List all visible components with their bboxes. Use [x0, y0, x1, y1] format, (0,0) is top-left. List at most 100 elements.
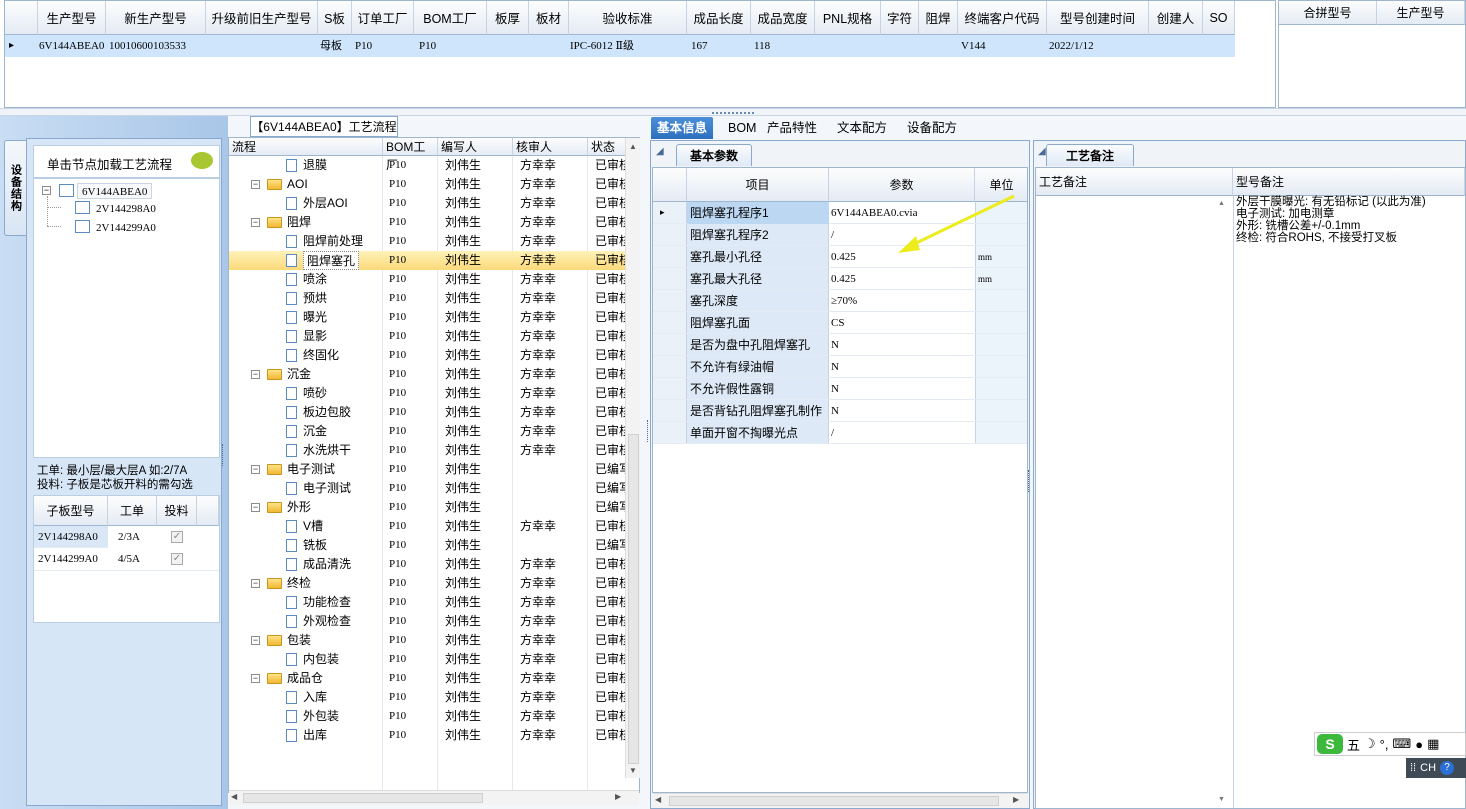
cell-flow[interactable]: 外包装 [303, 707, 339, 726]
collapse-icon[interactable]: − [251, 503, 260, 512]
cell-reviewer[interactable]: 方幸幸 [520, 213, 556, 232]
cell-flow[interactable]: 退膜 [303, 156, 327, 175]
feed-checkbox[interactable]: ✓ [171, 553, 183, 565]
cell-bom-factory[interactable]: P10 [389, 650, 406, 669]
cell-bom-factory[interactable]: P10 [389, 574, 406, 593]
tab-device-structure[interactable]: 设备结构 [4, 140, 26, 236]
col-header-feed[interactable]: 投料 [157, 496, 197, 526]
table-row[interactable]: − 包装 P10 刘伟生 方幸幸 已审核 [229, 631, 625, 650]
cell-writer[interactable]: 刘伟生 [445, 612, 481, 631]
cell-status[interactable]: 已审核 [595, 289, 625, 308]
cell-param[interactable]: N [829, 356, 839, 378]
cell-bom-factory[interactable]: P10 [389, 631, 406, 650]
table-row[interactable]: 功能检查 P10 刘伟生 方幸幸 已审核 [229, 593, 625, 612]
cell-bom-factory[interactable]: P10 [389, 726, 406, 745]
col-header-work-order[interactable]: 工单 [108, 496, 157, 526]
table-row[interactable]: 是否背钻孔阻焊塞孔制作 N [653, 400, 1027, 422]
cell-writer[interactable]: 刘伟生 [445, 498, 481, 517]
horizontal-splitter[interactable] [0, 108, 1466, 116]
cell-status[interactable]: 已审核 [595, 156, 625, 175]
col-header-material[interactable]: 板材 [529, 1, 569, 35]
cell-unit[interactable] [976, 400, 978, 422]
cell-reviewer[interactable]: 方幸幸 [520, 365, 556, 384]
ime-mode[interactable]: 五 [1347, 735, 1360, 754]
cell-writer[interactable]: 刘伟生 [445, 517, 481, 536]
cell-item[interactable]: 阻焊塞孔程序1 [688, 202, 769, 224]
table-row[interactable]: 单面开窗不掏曝光点 / [653, 422, 1027, 444]
table-row[interactable]: 阻焊塞孔面 CS [653, 312, 1027, 334]
cell-reviewer[interactable]: 方幸幸 [520, 593, 556, 612]
cell-bom-factory[interactable]: P10 [389, 517, 406, 536]
table-row[interactable]: 外包装 P10 刘伟生 方幸幸 已审核 [229, 707, 625, 726]
cell-item[interactable]: 阻焊塞孔程序2 [688, 224, 769, 246]
cell-unit[interactable] [976, 356, 978, 378]
cell-status[interactable]: 已编写 [595, 460, 625, 479]
cell-flow[interactable]: 电子测试 [287, 460, 335, 479]
table-row[interactable]: 不允许有绿油帽 N [653, 356, 1027, 378]
cell-bom-factory[interactable]: P10 [389, 688, 406, 707]
cell-bom-factory[interactable]: P10 [389, 232, 406, 251]
cell-bom-factory[interactable]: P10 [389, 327, 406, 346]
cell-bom-factory[interactable]: P10 [389, 441, 406, 460]
collapse-icon[interactable]: − [251, 674, 260, 683]
cell-item[interactable]: 单面开窗不掏曝光点 [688, 422, 798, 444]
col-header-thickness[interactable]: 板厚 [487, 1, 529, 35]
model-note-text[interactable]: 外层干膜曝光: 有无铅标记 (以此为准) 电子测试: 加电测章 外形: 铣槽公差… [1236, 196, 1464, 244]
cell-flow[interactable]: AOI [287, 175, 308, 194]
cell-writer[interactable]: 刘伟生 [445, 365, 481, 384]
cell-writer[interactable]: 刘伟生 [445, 194, 481, 213]
cell-writer[interactable]: 刘伟生 [445, 403, 481, 422]
col-header-model-note[interactable]: 型号备注 [1233, 168, 1465, 196]
cell-writer[interactable]: 刘伟生 [445, 175, 481, 194]
col-header-sub-model[interactable]: 子板型号 [34, 496, 108, 526]
cell-width[interactable]: 118 [754, 35, 770, 57]
cell-reviewer[interactable]: 方幸幸 [520, 574, 556, 593]
col-header-customer[interactable]: 终端客户代码 [958, 1, 1047, 35]
cell-bom-factory[interactable]: P10 [389, 289, 406, 308]
sub-board-grid[interactable]: 子板型号 工单 投料 2V144298A0 2/3A ✓ 2V144299A0 … [33, 495, 220, 623]
side-grip-icon[interactable] [1028, 470, 1032, 492]
cell-bom-factory[interactable]: P10 [389, 612, 406, 631]
cell-flow[interactable]: 曝光 [303, 308, 327, 327]
cell-writer[interactable]: 刘伟生 [445, 441, 481, 460]
cell-status[interactable]: 已审核 [595, 251, 625, 270]
process-vertical-scrollbar[interactable]: ▲ ▼ [625, 138, 640, 778]
cell-bom-factory[interactable]: P10 [389, 555, 406, 574]
cell-flow[interactable]: 外形 [287, 498, 311, 517]
cell-flow[interactable]: 沉金 [303, 422, 327, 441]
cell-status[interactable]: 已审核 [595, 441, 625, 460]
tab-text-recipe[interactable]: 文本配方 [831, 117, 893, 139]
cell-unit[interactable]: mm [976, 268, 992, 290]
cell-item[interactable]: 是否背钻孔阻焊塞孔制作 [688, 400, 822, 422]
tab-basic-params[interactable]: 基本参数 [676, 144, 752, 166]
cell-order[interactable]: 2/3A [118, 526, 140, 548]
scroll-thumb[interactable] [669, 796, 999, 806]
cell-unit[interactable] [976, 422, 978, 444]
table-row[interactable]: − 电子测试 P10 刘伟生 已编写 [229, 460, 625, 479]
cell-status[interactable]: 已审核 [595, 327, 625, 346]
cell-status[interactable]: 已审核 [595, 194, 625, 213]
collapse-icon[interactable]: − [251, 579, 260, 588]
cell-flow[interactable]: 终固化 [303, 346, 339, 365]
cell-reviewer[interactable]: 方幸幸 [520, 384, 556, 403]
cell-flow[interactable]: V槽 [303, 517, 323, 536]
table-row[interactable]: 塞孔深度 ≥70% [653, 290, 1027, 312]
tree-root-node[interactable]: 6V144ABEA0 [77, 183, 153, 199]
cell-bom-factory[interactable]: P10 [389, 384, 406, 403]
cell-reviewer[interactable]: 方幸幸 [520, 270, 556, 289]
cell-flow[interactable]: 入库 [303, 688, 327, 707]
cell-bom-factory[interactable]: P10 [389, 403, 406, 422]
cell-status[interactable]: 已审核 [595, 612, 625, 631]
cell-length[interactable]: 167 [691, 35, 708, 57]
cell-s-board[interactable]: 母板 [320, 35, 342, 57]
cell-bom-factory[interactable]: P10 [389, 175, 406, 194]
collapse-icon[interactable]: − [251, 465, 260, 474]
cell-reviewer[interactable]: 方幸幸 [520, 346, 556, 365]
col-header-order-factory[interactable]: 订单工厂 [352, 1, 414, 35]
cell-writer[interactable]: 刘伟生 [445, 460, 481, 479]
merge-model-grid[interactable]: 合拼型号 生产型号 [1278, 0, 1466, 108]
table-row[interactable]: 显影 P10 刘伟生 方幸幸 已审核 [229, 327, 625, 346]
table-row[interactable]: 内包装 P10 刘伟生 方幸幸 已审核 [229, 650, 625, 669]
tab-process-notes[interactable]: 工艺备注 [1046, 144, 1134, 166]
cell-reviewer[interactable]: 方幸幸 [520, 726, 556, 745]
